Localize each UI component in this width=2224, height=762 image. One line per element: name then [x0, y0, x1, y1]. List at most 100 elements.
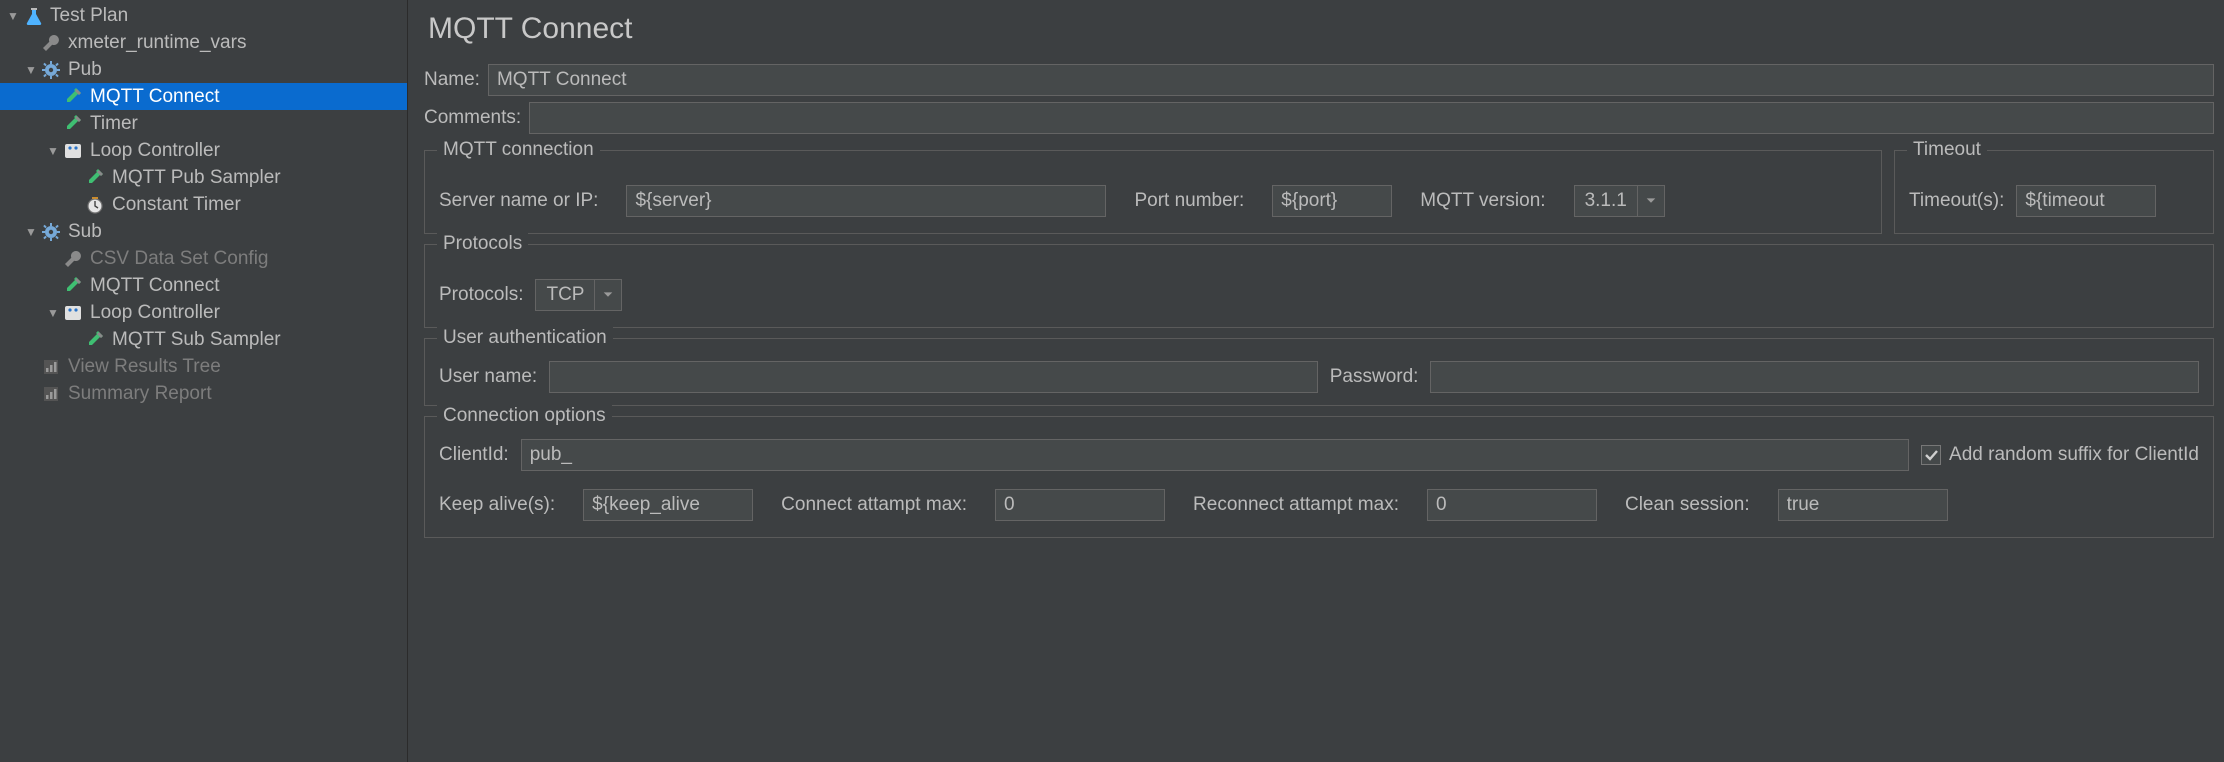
tree-item-pub-loop-controller[interactable]: ▼ Loop Controller	[0, 137, 407, 164]
tree-label: MQTT Connect	[90, 86, 220, 108]
user-auth-group: User authentication User name: Password:	[424, 338, 2214, 406]
port-input[interactable]	[1272, 185, 1392, 217]
timeout-group: Timeout Timeout(s):	[1894, 150, 2214, 234]
tree-item-sub[interactable]: ▼ Sub	[0, 218, 407, 245]
report-icon	[40, 356, 62, 378]
tree-label: View Results Tree	[68, 356, 221, 378]
tree-item-sub-mqtt-connect[interactable]: MQTT Connect	[0, 272, 407, 299]
tree-item-pub-mqtt-pub-sampler[interactable]: MQTT Pub Sampler	[0, 164, 407, 191]
name-label: Name:	[424, 69, 480, 91]
loop-icon	[62, 302, 84, 324]
tree-label: Loop Controller	[90, 140, 220, 162]
clientid-input[interactable]	[521, 439, 1909, 471]
keepalive-input[interactable]	[583, 489, 753, 521]
password-label: Password:	[1330, 366, 1419, 388]
wrench-icon	[62, 248, 84, 270]
tree-label: MQTT Pub Sampler	[112, 167, 281, 189]
tree-item-pub-mqtt-connect[interactable]: MQTT Connect	[0, 83, 407, 110]
loop-icon	[62, 140, 84, 162]
connect-attempt-max-label: Connect attampt max:	[781, 494, 967, 516]
wrench-icon	[40, 32, 62, 54]
protocols-legend: Protocols	[437, 233, 528, 255]
mqtt-connection-group: MQTT connection Server name or IP: Port …	[424, 150, 1882, 234]
protocols-label: Protocols:	[439, 284, 523, 306]
clean-session-input[interactable]	[1778, 489, 1948, 521]
tree-item-xmeter-vars[interactable]: xmeter_runtime_vars	[0, 29, 407, 56]
add-random-suffix-checkbox[interactable]: Add random suffix for ClientId	[1921, 444, 2199, 466]
editor-panel: MQTT Connect Name: Comments: MQTT connec…	[408, 0, 2224, 762]
dropper-icon	[62, 275, 84, 297]
gear-icon	[40, 59, 62, 81]
tree-item-summary-report[interactable]: Summary Report	[0, 380, 407, 407]
chevron-down-icon[interactable]	[594, 279, 622, 311]
server-input[interactable]	[626, 185, 1106, 217]
clientid-label: ClientId:	[439, 444, 509, 466]
timeout-label: Timeout(s):	[1909, 190, 2004, 212]
port-label: Port number:	[1134, 190, 1244, 212]
tree-item-pub-constant-timer[interactable]: Constant Timer	[0, 191, 407, 218]
mqtt-version-select[interactable]: 3.1.1	[1574, 185, 1665, 217]
tree-label: Loop Controller	[90, 302, 220, 324]
connect-attempt-max-input[interactable]	[995, 489, 1165, 521]
tree-label: Summary Report	[68, 383, 212, 405]
name-row: Name:	[424, 64, 2214, 96]
tree-item-sub-mqtt-sub-sampler[interactable]: MQTT Sub Sampler	[0, 326, 407, 353]
reconnect-attempt-max-input[interactable]	[1427, 489, 1597, 521]
tree-label: Sub	[68, 221, 102, 243]
tree-label: Constant Timer	[112, 194, 241, 216]
report-icon	[40, 383, 62, 405]
chevron-down-icon[interactable]	[1637, 185, 1665, 217]
reconnect-attempt-max-label: Reconnect attampt max:	[1193, 494, 1399, 516]
expand-arrow-icon[interactable]: ▼	[22, 225, 40, 239]
connection-options-group: Connection options ClientId: Add random …	[424, 416, 2214, 538]
tree-item-view-results-tree[interactable]: View Results Tree	[0, 353, 407, 380]
keepalive-label: Keep alive(s):	[439, 494, 555, 516]
gear-icon	[40, 221, 62, 243]
dropper-icon	[84, 329, 106, 351]
timeout-legend: Timeout	[1907, 139, 1987, 161]
expand-arrow-icon[interactable]: ▼	[4, 9, 22, 23]
expand-arrow-icon[interactable]: ▼	[44, 144, 62, 158]
tree-label: Pub	[68, 59, 102, 81]
protocols-select[interactable]: TCP	[535, 279, 622, 311]
flask-icon	[22, 5, 44, 27]
tree-label: xmeter_runtime_vars	[68, 32, 246, 54]
timeout-input[interactable]	[2016, 185, 2156, 217]
username-label: User name:	[439, 366, 537, 388]
tree-item-pub-timer[interactable]: Timer	[0, 110, 407, 137]
password-input[interactable]	[1430, 361, 2199, 393]
protocols-value: TCP	[535, 279, 594, 311]
tree-label: Timer	[90, 113, 138, 135]
dropper-icon	[62, 86, 84, 108]
add-random-suffix-label: Add random suffix for ClientId	[1949, 444, 2199, 466]
dropper-icon	[84, 167, 106, 189]
tree-label: Test Plan	[50, 5, 128, 27]
comments-label: Comments:	[424, 107, 521, 129]
dropper-icon	[62, 113, 84, 135]
tree-label: CSV Data Set Config	[90, 248, 268, 270]
name-input[interactable]	[488, 64, 2214, 96]
tree-item-sub-loop-controller[interactable]: ▼ Loop Controller	[0, 299, 407, 326]
clock-icon	[84, 194, 106, 216]
clean-session-label: Clean session:	[1625, 494, 1750, 516]
mqtt-connection-legend: MQTT connection	[437, 139, 600, 161]
comments-row: Comments:	[424, 102, 2214, 134]
tree-label: MQTT Connect	[90, 275, 220, 297]
expand-arrow-icon[interactable]: ▼	[22, 63, 40, 77]
comments-input[interactable]	[529, 102, 2214, 134]
tree-label: MQTT Sub Sampler	[112, 329, 281, 351]
tree-item-pub[interactable]: ▼ Pub	[0, 56, 407, 83]
test-plan-tree[interactable]: ▼ Test Plan xmeter_runtime_vars ▼ Pub MQ…	[0, 0, 408, 762]
expand-arrow-icon[interactable]: ▼	[44, 306, 62, 320]
mqtt-version-value: 3.1.1	[1574, 185, 1637, 217]
server-label: Server name or IP:	[439, 190, 598, 212]
connection-options-legend: Connection options	[437, 405, 612, 427]
page-title: MQTT Connect	[428, 12, 2214, 46]
tree-item-sub-csv-data-set[interactable]: CSV Data Set Config	[0, 245, 407, 272]
mqtt-version-label: MQTT version:	[1420, 190, 1545, 212]
tree-item-test-plan[interactable]: ▼ Test Plan	[0, 2, 407, 29]
protocols-group: Protocols Protocols: TCP	[424, 244, 2214, 328]
checkmark-icon	[1921, 445, 1941, 465]
username-input[interactable]	[549, 361, 1318, 393]
user-auth-legend: User authentication	[437, 327, 613, 349]
